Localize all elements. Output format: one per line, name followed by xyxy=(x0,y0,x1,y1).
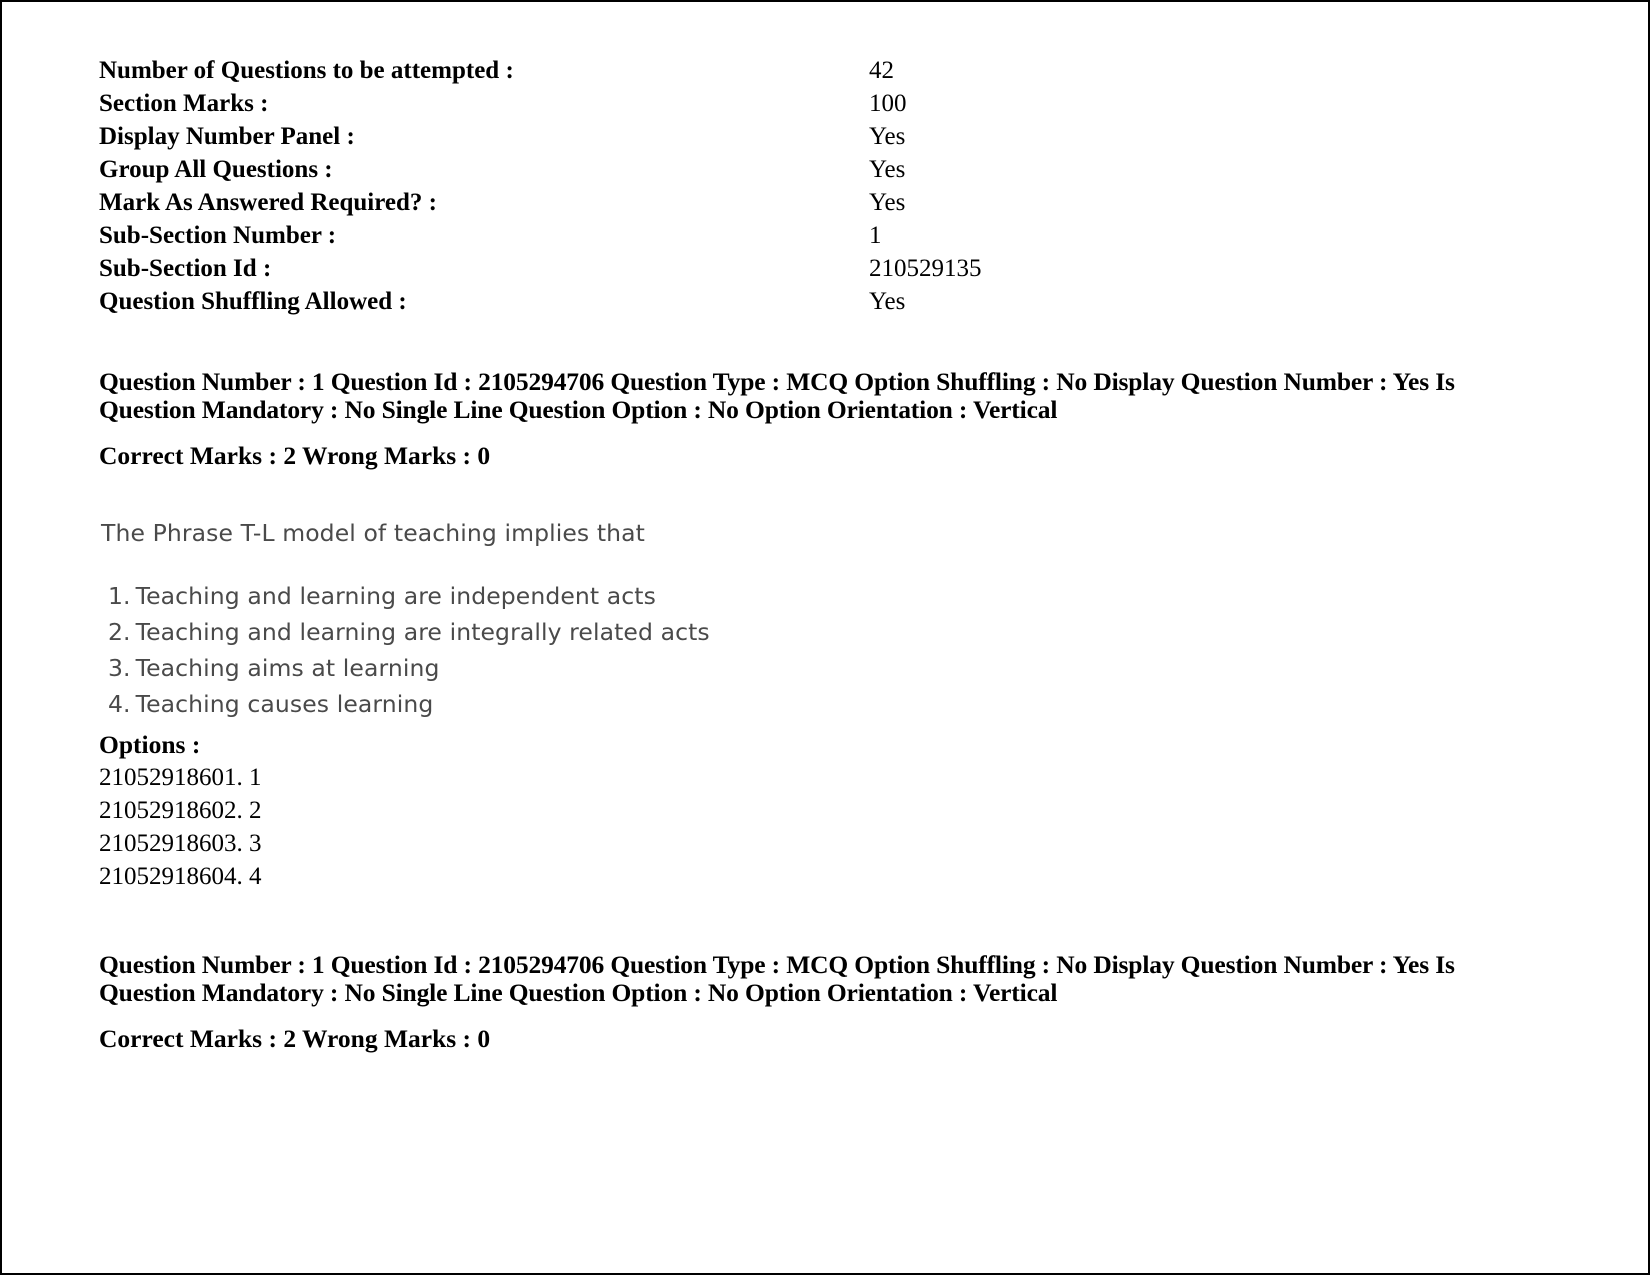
section-info-label: Section Marks : xyxy=(99,90,269,117)
options-label: Options : xyxy=(99,730,201,759)
statement-text: Teaching causes learning xyxy=(135,690,434,718)
statement-number: 2. xyxy=(108,618,131,646)
statement-number: 3. xyxy=(108,654,131,682)
question-metadata-bottom: Question Number : 1 Question Id : 210529… xyxy=(99,951,1608,1053)
statement-text: Teaching aims at learning xyxy=(135,654,440,682)
statement-number: 1. xyxy=(108,582,131,610)
table-row: Sub-Section Id : 210529135 xyxy=(99,252,1199,285)
table-row: Number of Questions to be attempted : 42 xyxy=(99,54,1199,87)
section-info-value: Yes xyxy=(869,123,906,150)
statement-text: Teaching and learning are independent ac… xyxy=(135,582,656,610)
section-info-value: Yes xyxy=(869,156,906,183)
table-row: Question Shuffling Allowed : Yes xyxy=(99,285,1199,318)
table-row: Mark As Answered Required? : Yes xyxy=(99,186,1199,219)
list-item: 21052918601. 1 xyxy=(99,764,262,791)
list-item: 3. Teaching aims at learning xyxy=(108,650,1608,686)
question-metadata-line: Question Number : 1 Question Id : 210529… xyxy=(99,367,1455,424)
section-info-value: Yes xyxy=(869,189,906,216)
question-marks-line: Correct Marks : 2 Wrong Marks : 0 xyxy=(99,441,491,470)
section-info-value: 42 xyxy=(869,57,894,84)
statement-number: 4. xyxy=(108,690,131,718)
list-item: 21052918603. 3 xyxy=(99,830,262,857)
question-statement-list: 1. Teaching and learning are independent … xyxy=(99,578,1608,722)
document-page: Number of Questions to be attempted : 42… xyxy=(0,0,1650,1275)
question-metadata-line: Question Number : 1 Question Id : 210529… xyxy=(99,950,1455,1007)
section-info-label: Display Number Panel : xyxy=(99,123,355,150)
question-marks-line: Correct Marks : 2 Wrong Marks : 0 xyxy=(99,1024,491,1053)
section-info-body: Number of Questions to be attempted : 42… xyxy=(99,54,1199,318)
table-row: Section Marks : 100 xyxy=(99,87,1199,120)
section-info-table: Number of Questions to be attempted : 42… xyxy=(99,54,1199,318)
question-stem: The Phrase T-L model of teaching implies… xyxy=(101,519,645,547)
list-item: 1. Teaching and learning are independent … xyxy=(108,578,1608,614)
page-content: Number of Questions to be attempted : 42… xyxy=(99,54,1608,1053)
statement-text: Teaching and learning are integrally rel… xyxy=(135,618,710,646)
section-info-label: Number of Questions to be attempted : xyxy=(99,57,514,84)
list-item: 2. Teaching and learning are integrally r… xyxy=(108,614,1608,650)
section-info-label: Question Shuffling Allowed : xyxy=(99,288,407,315)
table-row: Sub-Section Number : 1 xyxy=(99,219,1199,252)
section-info-label: Sub-Section Number : xyxy=(99,222,337,249)
table-row: Display Number Panel : Yes xyxy=(99,120,1199,153)
section-info-label: Mark As Answered Required? : xyxy=(99,189,437,216)
options-list: 21052918601. 1 21052918602. 2 2105291860… xyxy=(99,761,1608,893)
section-info-label: Group All Questions : xyxy=(99,156,333,183)
section-info-value: 100 xyxy=(869,90,907,117)
section-info-value: 1 xyxy=(869,222,882,249)
question-image-region: The Phrase T-L model of teaching implies… xyxy=(99,518,1608,722)
section-info-value: 210529135 xyxy=(869,255,982,282)
section-info-value: Yes xyxy=(869,288,906,315)
list-item: 21052918602. 2 xyxy=(99,797,262,824)
section-info-label: Sub-Section Id : xyxy=(99,255,272,282)
question-metadata-top: Question Number : 1 Question Id : 210529… xyxy=(99,368,1608,470)
table-row: Group All Questions : Yes xyxy=(99,153,1199,186)
list-item: 4. Teaching causes learning xyxy=(108,686,1608,722)
list-item: 21052918604. 4 xyxy=(99,863,262,890)
